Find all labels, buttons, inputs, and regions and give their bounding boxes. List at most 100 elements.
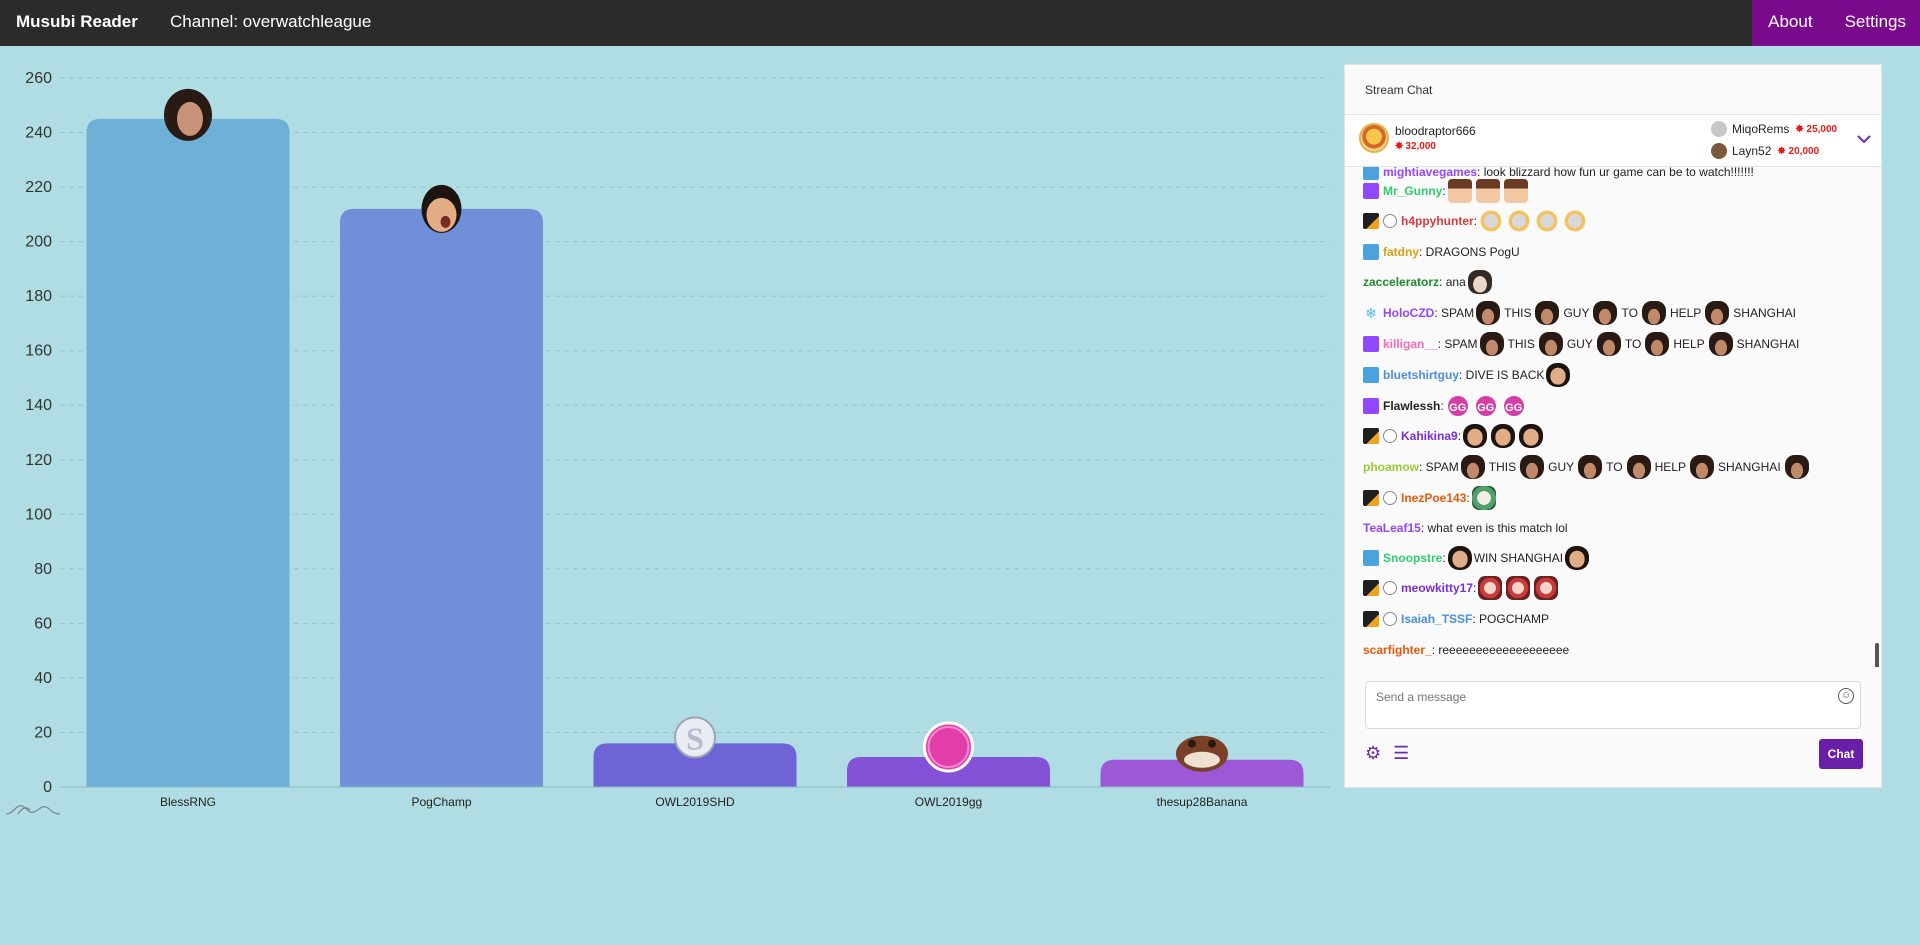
- leaderboard-top[interactable]: bloodraptor666 ✸ 32,000: [1359, 123, 1476, 153]
- chat-message-word: THIS: [1507, 337, 1535, 351]
- chat-message: fatdny: DRAGONS PogU: [1363, 239, 1520, 265]
- about-link[interactable]: About: [1752, 0, 1830, 46]
- chat-message: ❄ HoloCZD: SPAM THIS GUY TO HELP SHANGHAI: [1363, 300, 1798, 326]
- anime-emote: [1447, 179, 1472, 203]
- turbo-badge-icon: [1363, 398, 1379, 414]
- chat-message-word: THIS: [1504, 306, 1532, 320]
- chat-username[interactable]: zacceleratorz: [1363, 275, 1439, 289]
- chat-message-text: : reeeeeeeeeeeeeeeeeee: [1431, 643, 1570, 657]
- y-tick-label: 220: [25, 179, 52, 196]
- team-badge-icon: [1383, 581, 1397, 595]
- leaderboard-third[interactable]: Layn52 ✸ 20,000: [1711, 143, 1819, 159]
- pog-emote: [1463, 424, 1488, 448]
- owl-badge-icon: [1363, 490, 1379, 506]
- chat-username[interactable]: bluetshirtguy: [1383, 368, 1459, 382]
- bless-emote: [1593, 301, 1618, 325]
- chat-message-word: TO: [1606, 460, 1623, 474]
- chat-message-word: TO: [1621, 306, 1638, 320]
- x-category-label: OWL2019gg: [915, 795, 982, 809]
- team-badge-icon: [1383, 612, 1397, 626]
- turbo-badge-icon: [1363, 183, 1379, 199]
- viewer-list-icon[interactable]: ☰: [1393, 743, 1409, 764]
- y-tick-label: 180: [25, 288, 52, 305]
- chat-message-list[interactable]: mightiavegames: look blizzard how fun ur…: [1345, 167, 1881, 667]
- chat-message-text: : ana: [1439, 275, 1466, 289]
- chat-username[interactable]: Kahikina9: [1401, 429, 1458, 443]
- bar-PogChamp[interactable]: [340, 208, 543, 787]
- second-cheerer-name: MiqoRems: [1732, 122, 1790, 136]
- bar-BlessRNG[interactable]: [86, 118, 290, 787]
- chat-message: bluetshirtguy: DIVE IS BACK: [1363, 362, 1572, 388]
- chat-tools: ⚙ ☰: [1365, 743, 1409, 764]
- chat-scrollbar[interactable]: [1875, 643, 1879, 667]
- x-category-label: BlessRNG: [160, 795, 216, 809]
- pog-emote: [1491, 424, 1516, 448]
- chat-message: TeaLeaf15: what even is this match lol: [1363, 515, 1568, 541]
- chat-username[interactable]: scarfighter_: [1363, 643, 1432, 657]
- prime-badge-icon: [1363, 367, 1379, 383]
- owl-badge-icon: [1363, 428, 1379, 444]
- bless-emote: [1460, 455, 1485, 479]
- chat-message-word: SHANGHAI: [1733, 306, 1796, 320]
- chat-send-button[interactable]: Chat: [1819, 739, 1863, 769]
- team-badge-icon: [1383, 491, 1397, 505]
- leaderboard-second[interactable]: MiqoRems ✸ 25,000: [1711, 121, 1837, 137]
- gg-emote: [923, 721, 974, 773]
- chat-message-word: WIN SHANGHAI: [1473, 551, 1564, 565]
- owl-badge-icon: [1363, 580, 1379, 596]
- emote-picker-icon[interactable]: ☺: [1838, 688, 1854, 704]
- settings-link[interactable]: Settings: [1831, 0, 1920, 46]
- bless-emote: [1645, 332, 1670, 356]
- chat-username[interactable]: Mr_Gunny: [1383, 184, 1442, 198]
- chat-username[interactable]: Snoopstre: [1383, 551, 1442, 565]
- chat-settings-gear-icon[interactable]: ⚙: [1365, 743, 1381, 764]
- chat-input-box[interactable]: ☺: [1365, 681, 1861, 729]
- chat-message-text: :: [1466, 491, 1470, 505]
- bless-emote: [1689, 455, 1714, 479]
- chat-username[interactable]: fatdny: [1383, 245, 1419, 259]
- chat-message-text: : SPAM: [1419, 460, 1459, 474]
- y-tick-label: 80: [34, 561, 52, 578]
- chat-username[interactable]: meowkitty17: [1401, 581, 1473, 595]
- stream-chat-panel: Stream Chat bloodraptor666 ✸ 32,000 MiqoR…: [1344, 64, 1882, 788]
- bits-icon: ✸: [1795, 123, 1804, 135]
- red-emote: [1506, 576, 1531, 600]
- chat-message-word: SHANGHAI: [1736, 337, 1800, 351]
- bless-emote: [1479, 332, 1504, 356]
- chat-username[interactable]: killigan__: [1383, 337, 1438, 351]
- app-brand[interactable]: Musubi Reader: [16, 12, 138, 32]
- chat-message-input[interactable]: [1366, 682, 1806, 712]
- chat-message-text: : POGCHAMP: [1472, 612, 1550, 626]
- owl-emote: [1535, 209, 1560, 233]
- second-cheerer-avatar: [1711, 121, 1727, 137]
- chat-message: Mr_Gunny:: [1363, 178, 1530, 204]
- top-cheerer-amount: ✸ 32,000: [1395, 141, 1436, 152]
- chat-username[interactable]: phoamow: [1363, 460, 1419, 474]
- pog-emote: [1447, 546, 1472, 570]
- top-cheerer-avatar: [1359, 123, 1389, 153]
- y-tick-label: 40: [34, 670, 52, 687]
- chat-username[interactable]: Flawlessh: [1383, 399, 1440, 413]
- chat-message-text: :: [1473, 581, 1477, 595]
- chat-username[interactable]: HoloCZD: [1383, 306, 1434, 320]
- gg-emote: GG: [1473, 394, 1498, 418]
- pogchamp-emote: [421, 184, 462, 233]
- chat-username[interactable]: TeaLeaf15: [1363, 521, 1421, 535]
- chat-username[interactable]: Isaiah_TSSF: [1401, 612, 1472, 626]
- top-cheerer-name: bloodraptor666: [1395, 124, 1476, 138]
- nav-links: About Settings: [1752, 0, 1920, 46]
- chat-message-text: :: [1442, 551, 1446, 565]
- y-tick-label: 240: [25, 125, 52, 142]
- top-navbar: Musubi Reader Channel: overwatchleague A…: [0, 0, 1920, 46]
- owl-emote: [1507, 209, 1532, 233]
- third-cheerer-name: Layn52: [1732, 144, 1772, 158]
- chat-username[interactable]: h4ppyhunter: [1401, 214, 1474, 228]
- chat-message-word: TO: [1624, 337, 1642, 351]
- ana-emote: [1467, 270, 1492, 294]
- chat-message-word: HELP: [1654, 460, 1686, 474]
- chat-username[interactable]: InezPoe143: [1401, 491, 1466, 505]
- y-tick-label: 0: [43, 779, 52, 796]
- team-badge-icon: [1383, 214, 1397, 228]
- chevron-down-icon[interactable]: [1857, 131, 1871, 145]
- x-category-label: thesup28Banana: [1157, 795, 1248, 809]
